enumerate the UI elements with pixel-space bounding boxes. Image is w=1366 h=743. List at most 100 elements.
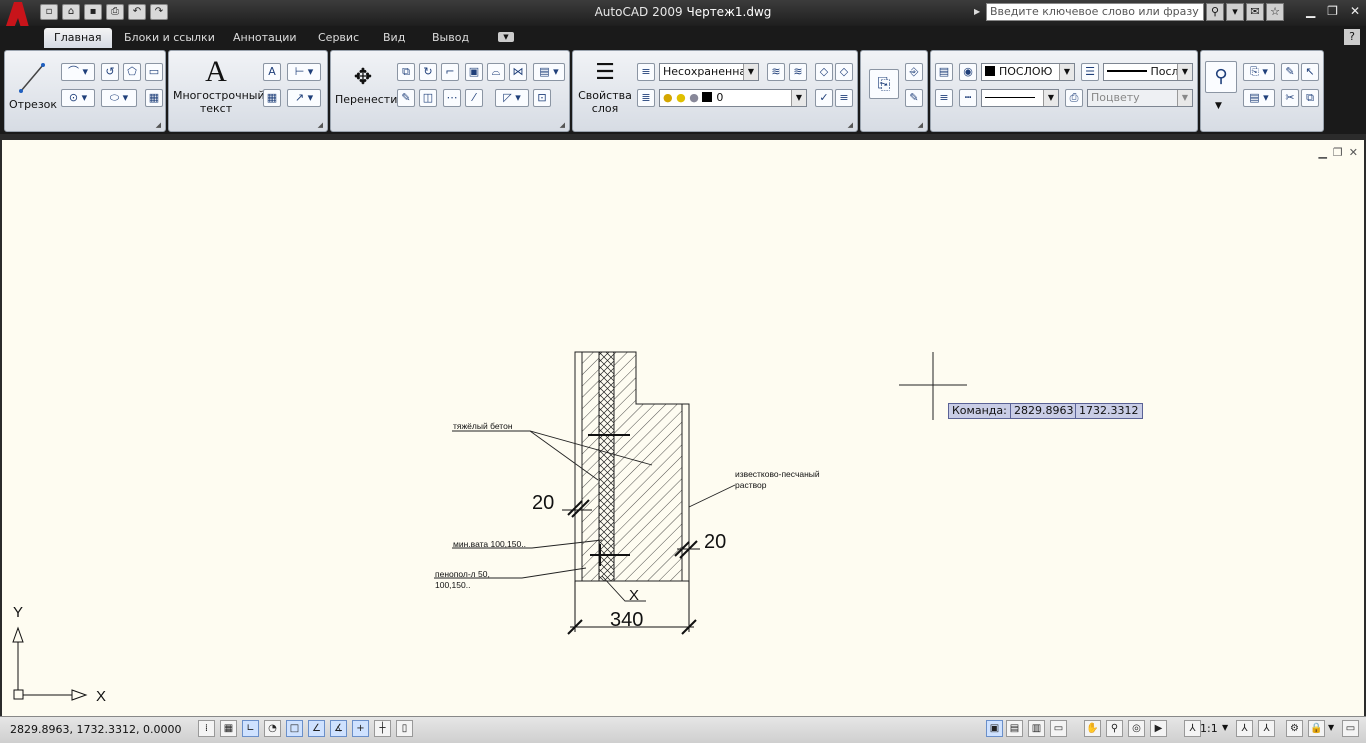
polar-icon[interactable]: ◔ — [264, 720, 281, 737]
layer-match-icon[interactable]: ✓ — [815, 89, 833, 107]
table-icon[interactable]: ▦ — [263, 89, 281, 107]
foam-layer[interactable] — [581, 351, 600, 582]
offset-icon[interactable]: ⁄ — [465, 89, 483, 107]
hatch-icon[interactable]: ▦ — [145, 89, 163, 107]
showmotion-icon[interactable]: ▶ — [1150, 720, 1167, 737]
layout2-icon[interactable]: ▥ — [1028, 720, 1045, 737]
layer-state-select[interactable]: Несохраненная ▼ — [659, 63, 759, 81]
layer-manager-icon[interactable]: ≣ — [637, 89, 655, 107]
trim-icon[interactable]: ⌐ — [441, 63, 459, 81]
layout1-icon[interactable]: ▤ — [1006, 720, 1023, 737]
wall-section[interactable] — [574, 351, 690, 582]
communication-center-icon[interactable]: ✉ — [1246, 3, 1264, 21]
snap-icon[interactable]: ⁞ — [198, 720, 215, 737]
plot-style-icon[interactable]: ⎙ — [1065, 89, 1083, 107]
dim-text-total[interactable]: 340 — [610, 609, 643, 631]
color-wheel-icon[interactable]: ◉ — [959, 63, 977, 81]
color-select[interactable]: ПОСЛОЮ ▼ — [981, 63, 1075, 81]
mineral-wool-layer[interactable] — [598, 351, 615, 582]
arc-icon[interactable]: ↺ — [101, 63, 119, 81]
search-expand-icon[interactable]: ▶ — [974, 7, 980, 16]
layer-off-icon[interactable]: ◇ — [815, 63, 833, 81]
label-mortar-2[interactable]: раствор — [735, 480, 767, 490]
fillet-icon[interactable]: ⌓ — [487, 63, 505, 81]
lock-icon[interactable]: 🔒 — [1308, 720, 1325, 737]
steeringwheel-icon[interactable]: ◎ — [1128, 720, 1145, 737]
explode-icon[interactable]: ⊡ — [533, 89, 551, 107]
match-properties-icon[interactable]: ▤ — [935, 63, 953, 81]
otrack-icon[interactable]: ∠ — [308, 720, 325, 737]
clipboard-icon[interactable]: ▤ ▾ — [1243, 89, 1275, 107]
tab-view[interactable]: Вид — [373, 28, 415, 48]
coordinate-readout[interactable]: 2829.8963, 1732.3312, 0.0000 — [10, 723, 181, 736]
ribbon-minimize-icon[interactable]: ▼ — [498, 32, 514, 42]
annotation-scale-icon[interactable]: ⅄ — [1184, 720, 1201, 737]
panel-expand-icon[interactable]: ◢ — [848, 121, 853, 129]
tab-output[interactable]: Вывод — [422, 28, 479, 48]
label-concrete[interactable]: тяжёлый бетон — [453, 421, 513, 431]
tab-tools[interactable]: Сервис — [308, 28, 369, 48]
help-icon[interactable]: ? — [1344, 29, 1360, 45]
label-foam-2[interactable]: 100,150.. — [435, 580, 470, 590]
paste-icon[interactable]: ⎘ ▾ — [1243, 63, 1275, 81]
erase-icon[interactable]: ✎ — [397, 89, 415, 107]
chevron-down-icon[interactable]: ▼ — [1222, 723, 1228, 732]
search-input[interactable]: Введите ключевое слово или фразу — [986, 3, 1204, 21]
array-icon[interactable]: ▤ ▾ — [533, 63, 565, 81]
circle-icon[interactable]: ⊙ ▾ — [61, 89, 95, 107]
linetype-icon[interactable]: ┅ — [959, 89, 977, 107]
lineweight-toggle-icon[interactable]: ┼ — [374, 720, 391, 737]
annotation-scale-value[interactable]: 1:1 — [1200, 722, 1218, 735]
chevron-down-icon[interactable]: ▼ — [1328, 723, 1334, 732]
quick-properties-icon[interactable]: ▯ — [396, 720, 413, 737]
workspace-gear-icon[interactable]: ⚙ — [1286, 720, 1303, 737]
chevron-down-icon[interactable]: ▾ — [1226, 3, 1244, 21]
leader-mortar[interactable] — [688, 484, 736, 508]
ducs-icon[interactable]: ∡ — [330, 720, 347, 737]
leader-icon[interactable]: ↗ ▾ — [287, 89, 321, 107]
concrete-layer[interactable] — [613, 351, 683, 582]
dimension-icon[interactable]: ⊢ ▾ — [287, 63, 321, 81]
label-foam-1[interactable]: пенопол-л 50, — [435, 569, 490, 579]
model-space-icon[interactable]: ▣ — [986, 720, 1003, 737]
cut-icon[interactable]: ✂ — [1281, 89, 1299, 107]
layer-unisolate-icon[interactable]: ≋ — [789, 63, 807, 81]
move-button[interactable]: ✥ Перенести — [335, 63, 397, 106]
ellipse-icon[interactable]: ⬭ ▾ — [101, 89, 137, 107]
polygon-icon[interactable]: ⬠ — [123, 63, 141, 81]
insert-block-icon[interactable]: ⎘ — [869, 69, 899, 99]
rectangle-icon[interactable]: ▭ — [145, 63, 163, 81]
panel-expand-icon[interactable]: ◢ — [918, 121, 923, 129]
tab-home[interactable]: Главная — [44, 28, 112, 48]
linetype-select[interactable]: ▼ — [981, 89, 1059, 107]
polyline-icon[interactable]: ⌒ ▾ — [61, 63, 95, 81]
layer-state-icon[interactable]: ≡ — [637, 63, 655, 81]
tab-blocks-references[interactable]: Блоки и ссылки — [114, 28, 225, 48]
stretch-icon[interactable]: ▣ — [465, 63, 483, 81]
zoom-icon[interactable]: ⚲ — [1106, 720, 1123, 737]
close-icon[interactable]: ✕ — [1350, 4, 1360, 18]
copy-clip-icon[interactable]: ⧉ — [1301, 89, 1319, 107]
panel-expand-icon[interactable]: ◢ — [560, 121, 565, 129]
chevron-down-icon[interactable]: ▼ — [1215, 101, 1222, 111]
extend-icon[interactable]: ⋯ — [443, 89, 461, 107]
auto-scale-icon[interactable]: ⅄ — [1258, 720, 1275, 737]
copy-icon[interactable]: ⧉ — [397, 63, 415, 81]
panel-expand-icon[interactable]: ◢ — [318, 121, 323, 129]
dynamic-input-x[interactable]: 2829.8963 — [1010, 403, 1078, 419]
layer-properties-button[interactable]: ☰ Свойства слоя — [577, 57, 633, 115]
dynamic-input-y[interactable]: 1732.3312 — [1075, 403, 1143, 419]
panel-expand-icon[interactable]: ◢ — [156, 121, 161, 129]
create-block-icon[interactable]: ⎆ — [905, 63, 923, 81]
label-minwool[interactable]: мин.вата 100,150.. — [453, 539, 526, 549]
list-icon[interactable]: ≡ — [935, 89, 953, 107]
select-cursor-icon[interactable]: ↖ — [1301, 63, 1319, 81]
maximize-icon[interactable]: ❐ — [1327, 4, 1338, 18]
layer-previous-icon[interactable]: ≡ — [835, 89, 853, 107]
ortho-icon[interactable]: ∟ — [242, 720, 259, 737]
layer-isolate-icon[interactable]: ≋ — [767, 63, 785, 81]
zoom-extents-icon[interactable]: ⚲ — [1205, 61, 1237, 93]
osnap-icon[interactable]: □ — [286, 720, 303, 737]
grid-icon[interactable]: ▦ — [220, 720, 237, 737]
scale-icon[interactable]: ◫ — [419, 89, 437, 107]
